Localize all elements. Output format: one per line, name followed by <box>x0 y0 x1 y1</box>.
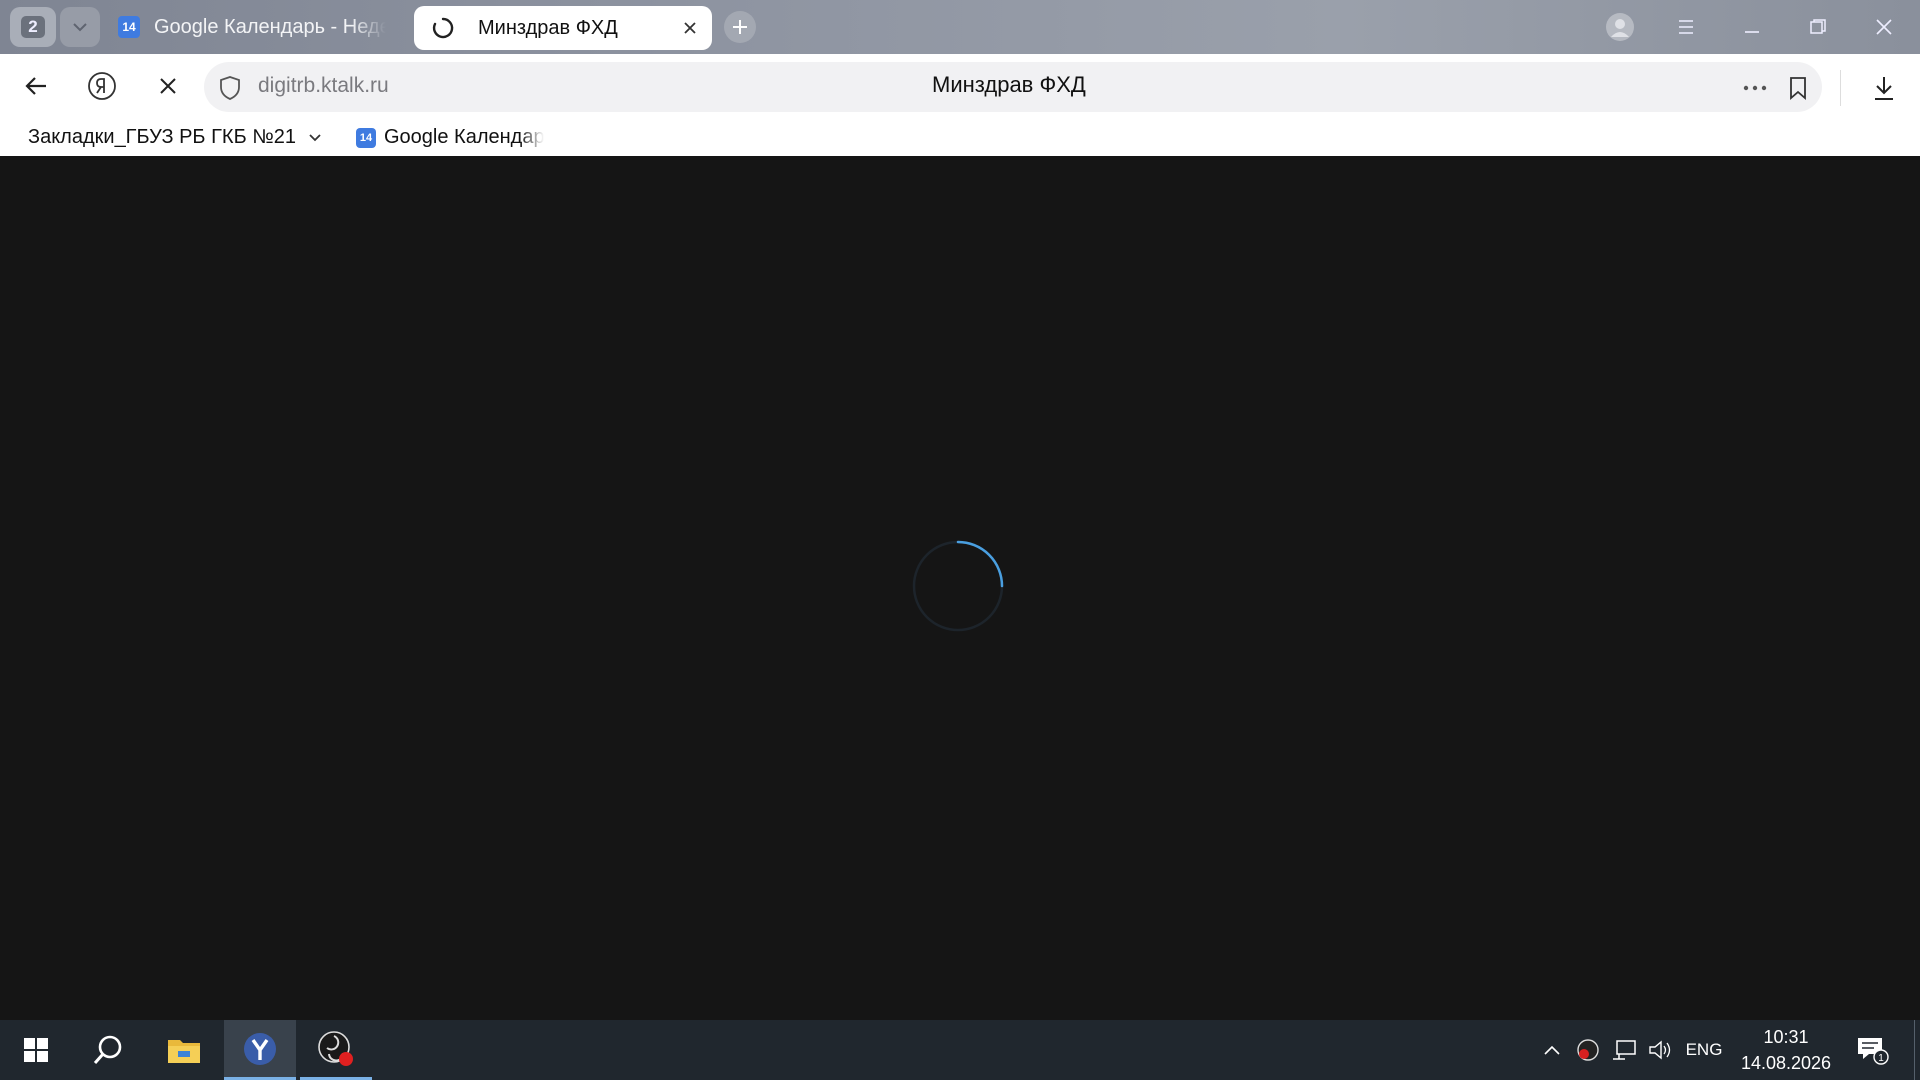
browser-menu-button[interactable] <box>1654 0 1718 54</box>
tab-google-calendar[interactable]: 14 Google Календарь - Неделя <box>118 8 400 46</box>
input-language[interactable]: ENG <box>1680 1020 1728 1080</box>
bookmark-label: Google Календарь <box>384 126 544 148</box>
close-icon <box>160 78 176 94</box>
yandex-browser-taskbar-button[interactable] <box>224 1020 296 1080</box>
obs-taskbar-button[interactable] <box>300 1020 372 1080</box>
toolbar-divider <box>1840 70 1841 106</box>
tab-list-dropdown[interactable] <box>60 7 100 47</box>
windows-logo-icon <box>24 1038 48 1062</box>
yandex-logo-icon <box>88 72 116 100</box>
bookmark-folder-label: Закладки_ГБУЗ РБ ГКБ №21 <box>28 126 296 148</box>
restore-icon <box>1810 19 1826 34</box>
tab-count-button[interactable]: 2 <box>10 7 56 47</box>
volume-button[interactable] <box>1644 1020 1676 1080</box>
download-icon <box>1875 77 1893 100</box>
notification-icon: 1 <box>1858 1038 1889 1065</box>
show-hidden-icons-button[interactable] <box>1536 1020 1568 1080</box>
network-icon <box>1613 1040 1636 1060</box>
search-icon <box>93 1035 122 1064</box>
notification-count: 1 <box>1878 1053 1884 1064</box>
obs-tray-icon <box>1577 1039 1599 1061</box>
tab-title: Google Календарь - Неделя <box>154 15 386 38</box>
bookmark-icon <box>1790 77 1806 100</box>
google-calendar-icon: 14 <box>118 16 140 38</box>
downloads-button[interactable] <box>1868 72 1900 104</box>
yandex-browser-icon <box>244 1032 276 1065</box>
folder-icon <box>168 1040 200 1063</box>
obs-tray-button[interactable] <box>1572 1020 1604 1080</box>
tab-count: 2 <box>21 16 45 38</box>
google-calendar-icon: 14 <box>356 127 376 148</box>
chevron-down-icon <box>309 133 321 141</box>
clock-date: 14.08.2026 <box>1740 1053 1832 1073</box>
new-tab-button[interactable] <box>724 11 756 43</box>
obs-recording-icon <box>318 1030 353 1066</box>
file-explorer-button[interactable] <box>148 1020 220 1080</box>
stop-loading-button[interactable] <box>148 66 188 106</box>
profile-button[interactable] <box>1588 0 1652 54</box>
tab-active[interactable]: Минздрав ФХД <box>414 6 712 50</box>
bookmark-page-button[interactable] <box>1783 74 1813 102</box>
site-security-button[interactable] <box>218 75 242 106</box>
clock[interactable]: 10:31 14.08.2026 <box>1736 1024 1836 1076</box>
speaker-icon <box>1649 1040 1671 1060</box>
plus-icon <box>733 20 747 34</box>
chevron-up-icon <box>1544 1045 1560 1055</box>
restore-button[interactable] <box>1786 0 1850 54</box>
address-more-button[interactable] <box>1740 76 1770 100</box>
close-icon <box>684 22 696 34</box>
yandex-button[interactable] <box>82 66 122 106</box>
url-text: digitrb.ktalk.ru <box>258 74 389 97</box>
clock-time: 10:31 <box>1763 1027 1809 1047</box>
network-button[interactable] <box>1608 1020 1640 1080</box>
back-button[interactable] <box>16 66 56 106</box>
close-window-button[interactable] <box>1852 0 1916 54</box>
action-center-button[interactable]: 1 <box>1850 1020 1894 1080</box>
shield-icon <box>220 76 240 100</box>
minimize-button[interactable] <box>1720 0 1784 54</box>
loading-spinner-icon <box>432 17 454 39</box>
close-tab-button[interactable] <box>680 18 700 38</box>
bookmark-google-calendar[interactable]: 14 Google Календарь <box>356 126 544 149</box>
more-dots-icon <box>1743 85 1767 91</box>
tab-title: Минздрав ФХД <box>478 16 618 39</box>
close-icon <box>1876 19 1892 35</box>
search-button[interactable] <box>72 1020 144 1080</box>
minimize-icon <box>1745 31 1759 33</box>
start-button[interactable] <box>0 1020 72 1080</box>
chevron-down-icon <box>73 23 87 32</box>
arrow-left-icon <box>25 77 46 95</box>
profile-avatar-icon <box>1606 13 1634 41</box>
bookmark-folder[interactable]: Закладки_ГБУЗ РБ ГКБ №21 <box>28 126 322 149</box>
address-page-title: Минздрав ФХД <box>932 72 1086 97</box>
loading-spinner <box>912 540 1004 632</box>
show-desktop-button[interactable] <box>1914 1020 1920 1080</box>
menu-icon <box>1679 20 1693 34</box>
